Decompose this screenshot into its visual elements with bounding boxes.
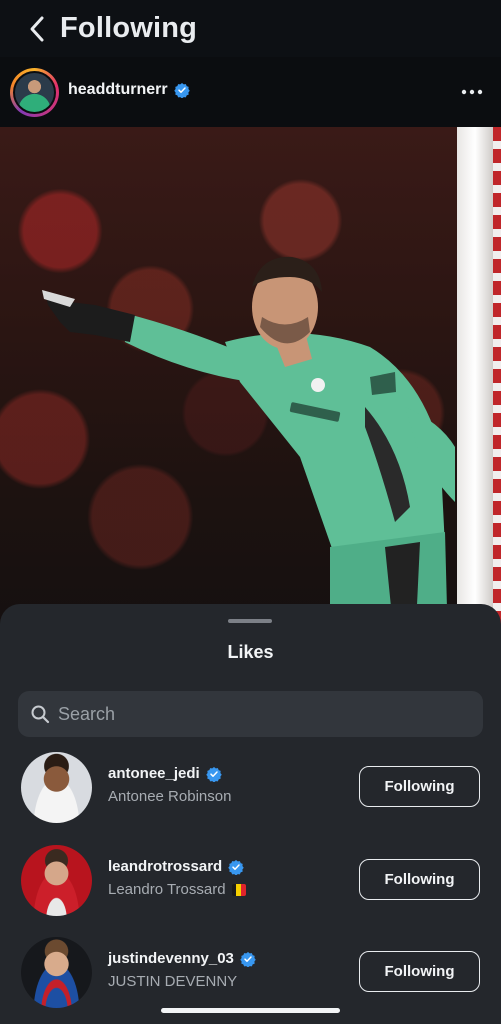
avatar[interactable] [21,752,92,823]
username-text: justindevenny_03 [108,950,234,967]
list-item[interactable]: leandrotrossard Leandro Trossard Followi… [0,845,501,927]
verified-badge-icon [240,951,256,967]
username-text: antonee_jedi [108,765,200,782]
username[interactable]: antonee_jedi [108,765,222,782]
username[interactable]: leandrotrossard [108,858,244,875]
chevron-left-icon [30,16,44,42]
belgium-flag-icon [231,883,246,896]
post-author-name[interactable]: headdturnerr [68,81,190,99]
sheet-grabber[interactable] [228,619,272,623]
avatar[interactable] [21,845,92,916]
search-input[interactable] [58,691,468,737]
full-name: JUSTIN DEVENNY [108,973,237,990]
search-bar[interactable] [18,691,483,737]
username[interactable]: justindevenny_03 [108,950,256,967]
post-header: headdturnerr [0,57,501,127]
post-author-avatar[interactable] [10,68,59,117]
full-name-text: Leandro Trossard [108,881,226,898]
following-button[interactable]: Following [359,859,480,900]
full-name-text: JUSTIN DEVENNY [108,973,238,990]
verified-badge-icon [205,766,222,782]
top-bar: Following [0,0,501,57]
sheet-title: Likes [227,642,274,662]
post-username-text: headdturnerr [68,81,168,98]
verified-badge-icon [173,83,190,98]
avatar-image [13,71,56,114]
following-button[interactable]: Following [359,951,480,992]
avatar[interactable] [21,937,92,1008]
home-indicator[interactable] [161,1008,340,1013]
post-photo[interactable] [0,127,501,647]
verified-badge-icon [228,859,244,875]
username-text: leandrotrossard [108,858,223,875]
more-dots-icon [461,89,483,95]
list-item[interactable]: antonee_jedi Antonee Robinson Following [0,752,501,834]
page-title: Following [60,12,198,44]
full-name-text: Antonee Robinson [108,788,232,805]
search-icon [31,705,50,724]
full-name: Leandro Trossard [108,881,246,898]
following-button[interactable]: Following [359,766,480,807]
more-options-button[interactable] [461,81,483,103]
full-name: Antonee Robinson [108,788,231,805]
list-item[interactable]: justindevenny_03 JUSTIN DEVENNY Followin… [0,937,501,1019]
back-button[interactable] [22,13,52,45]
goalkeeper-figure [42,256,455,647]
likes-sheet: Likes antonee_jedi Antonee Robinson Foll… [0,604,501,1024]
